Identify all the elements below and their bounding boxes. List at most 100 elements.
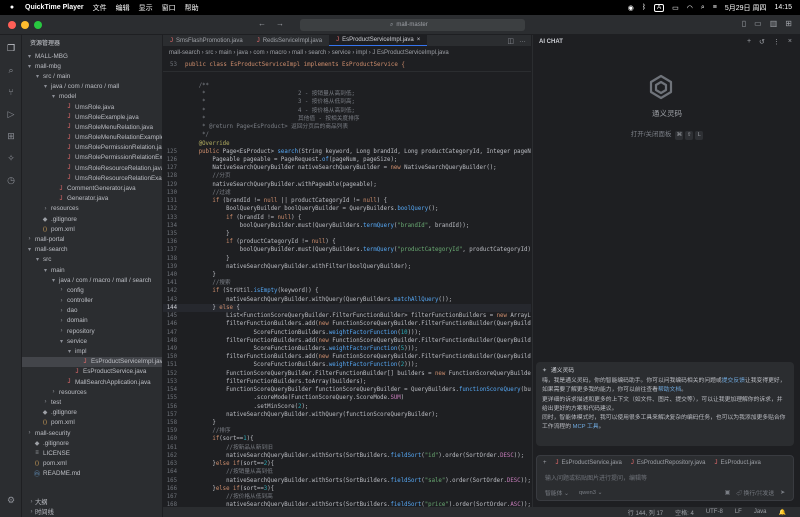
- tree-item[interactable]: ◆ .gitignore: [22, 438, 162, 448]
- language-mode[interactable]: Java: [754, 509, 767, 515]
- code-line[interactable]: 154 FunctionScoreQueryBuilder functionSc…: [163, 386, 531, 394]
- code-line[interactable]: * 4 - 按价格从高到低;: [163, 107, 531, 115]
- tree-item[interactable]: ◆ .gitignore: [22, 408, 162, 418]
- apple-icon[interactable]: ●: [8, 4, 16, 11]
- line-ending[interactable]: LF: [735, 509, 742, 515]
- code-line[interactable]: 153 filterFunctionBuilders.toArray(build…: [163, 378, 531, 386]
- chevron-down-icon[interactable]: ▾: [58, 338, 65, 345]
- tab-es-product-service-impl[interactable]: J EsProductServiceImpl.java ×: [329, 35, 428, 46]
- battery-icon[interactable]: ▭: [672, 4, 679, 12]
- model-selector[interactable]: qwen3 ⌄: [579, 490, 603, 496]
- code-line[interactable]: 151 ScoreFunctionBuilders.weightFactorFu…: [163, 361, 531, 369]
- run-debug-icon[interactable]: ▷: [0, 105, 22, 123]
- menu-item-file[interactable]: 文件: [93, 3, 107, 13]
- layout-grid-icon[interactable]: ⊞: [785, 19, 792, 28]
- cursor-position[interactable]: 行 144, 列 17: [628, 508, 663, 517]
- outline-section[interactable]: › 大纲: [22, 497, 162, 507]
- code-line[interactable]: 127 NativeSearchQueryBuilder nativeSearc…: [163, 164, 531, 172]
- remote-icon[interactable]: ◷: [0, 171, 22, 189]
- tree-item[interactable]: J UmsRoleExample.java: [22, 112, 162, 122]
- more-icon[interactable]: ⋮: [773, 38, 780, 46]
- tree-item[interactable]: ▾ src: [22, 255, 162, 265]
- notifications-icon[interactable]: 🔔: [779, 509, 786, 516]
- layout-split-icon[interactable]: ▥: [770, 19, 778, 28]
- code-line[interactable]: 134 boolQueryBuilder.must(QueryBuilders.…: [163, 222, 531, 230]
- tree-item[interactable]: J UmsRolePermissionRelation.java: [22, 143, 163, 153]
- tree-item[interactable]: ▾ impl: [22, 346, 162, 356]
- chevron-down-icon[interactable]: ▾: [50, 277, 57, 284]
- tab-sms-flash-promotion[interactable]: J SmsFlashPromotion.java: [163, 35, 250, 46]
- code-line[interactable]: * @return Page<EsProduct> 返回分页后的商品列表: [163, 123, 531, 131]
- menu-item-help[interactable]: 帮助: [185, 3, 199, 13]
- command-search-box[interactable]: ⌕ mall-master: [300, 19, 525, 31]
- code-line[interactable]: 162 nativeSearchQueryBuilder.withSorts(S…: [163, 452, 531, 460]
- code-line[interactable]: 145 List<FunctionScoreQueryBuilder.Filte…: [163, 312, 531, 320]
- tree-item[interactable]: ▾ src / main: [22, 71, 162, 81]
- code-line[interactable]: * 其他值 - 按相关度排序: [163, 115, 531, 123]
- close-tab-icon[interactable]: ×: [417, 37, 421, 43]
- search-icon[interactable]: ⌕: [0, 61, 22, 79]
- feedback-link[interactable]: 提交反馈: [722, 378, 745, 384]
- tree-item[interactable]: ⟨⟩ pom.xml: [22, 418, 162, 428]
- chevron-down-icon[interactable]: ▾: [34, 73, 41, 80]
- code-line[interactable]: 137 boolQueryBuilder.must(QueryBuilders.…: [163, 246, 531, 254]
- code-line[interactable]: 166 }else if(sort==3){: [163, 485, 531, 493]
- code-line[interactable]: 136 if (productCategoryId != null) {: [163, 238, 531, 246]
- chat-input-placeholder[interactable]: 输入问题或粘贴图片进行提问，编辑等: [537, 470, 793, 485]
- code-line[interactable]: 152 FunctionScoreQueryBuilder.FilterFunc…: [163, 370, 531, 378]
- code-line[interactable]: 143 nativeSearchQueryBuilder.withQuery(Q…: [163, 296, 531, 304]
- settings-gear-icon[interactable]: ⚙: [0, 491, 22, 509]
- code-line[interactable]: 128 //分页: [163, 172, 531, 180]
- tree-item[interactable]: › config: [22, 285, 162, 295]
- add-context-icon[interactable]: +: [543, 460, 547, 466]
- code-line[interactable]: 161 //按新品从新到旧: [163, 444, 531, 452]
- code-line[interactable]: 155 .scoreMode(FunctionScoreQuery.ScoreM…: [163, 394, 531, 402]
- tree-item[interactable]: › mall-portal: [22, 234, 162, 244]
- menu-item-view[interactable]: 显示: [139, 3, 153, 13]
- context-chip[interactable]: J EsProductService.java: [556, 460, 622, 466]
- chevron-down-icon[interactable]: ▾: [26, 63, 33, 70]
- code-line[interactable]: 144 } else {: [163, 303, 531, 313]
- record-icon[interactable]: ◉: [628, 4, 634, 12]
- menubar-date[interactable]: 5月29日 周四: [725, 3, 767, 13]
- tree-item[interactable]: ▾ main: [22, 265, 162, 275]
- tree-item[interactable]: ⟨⟩ pom.xml: [22, 459, 162, 469]
- timeline-section[interactable]: › 时间线: [22, 507, 162, 517]
- app-name[interactable]: QuickTime Player: [25, 4, 84, 11]
- code-line[interactable]: 126 Pageable pageable = PageRequest.of(p…: [163, 156, 531, 164]
- code-line[interactable]: 160 if(sort==1){: [163, 435, 531, 443]
- minimize-window-button[interactable]: [21, 21, 29, 29]
- attach-image-icon[interactable]: ▣: [725, 490, 730, 496]
- source-control-icon[interactable]: ⑂: [0, 83, 22, 101]
- chevron-right-icon[interactable]: ›: [58, 298, 65, 304]
- tree-item[interactable]: ▾ MALL-MBG: [22, 51, 162, 61]
- chevron-down-icon[interactable]: ▾: [50, 93, 57, 100]
- chevron-right-icon[interactable]: ›: [26, 236, 33, 242]
- more-actions-icon[interactable]: …: [519, 37, 526, 44]
- code-line[interactable]: 146 filterFunctionBuilders.add(new Funct…: [163, 320, 531, 328]
- chevron-down-icon[interactable]: ▾: [42, 267, 49, 274]
- code-line[interactable]: 139 nativeSearchQueryBuilder.withFilter(…: [163, 263, 531, 271]
- menu-item-edit[interactable]: 编辑: [116, 3, 130, 13]
- code-line[interactable]: 130 //过滤: [163, 189, 531, 197]
- tree-item[interactable]: ▾ service: [22, 336, 162, 346]
- send-icon[interactable]: ➤: [780, 490, 785, 496]
- code-line[interactable]: 147 ScoreFunctionBuilders.weightFactorFu…: [163, 329, 531, 337]
- tree-item[interactable]: › repository: [22, 326, 162, 336]
- sticky-scroll-line[interactable]: 53 public class EsProductServiceImpl imp…: [163, 58, 531, 72]
- chevron-right-icon[interactable]: ›: [42, 399, 49, 405]
- tree-item[interactable]: ▾ mall-mbg: [22, 61, 162, 71]
- code-line[interactable]: 129 nativeSearchQueryBuilder.withPageabl…: [163, 181, 531, 189]
- tree-item[interactable]: › dao: [22, 306, 162, 316]
- tree-item[interactable]: › domain: [22, 316, 162, 326]
- forward-icon[interactable]: →: [276, 19, 284, 28]
- explorer-icon[interactable]: ❐: [0, 39, 22, 57]
- tree-item[interactable]: J UmsRoleResourceRelationExample.java: [22, 173, 163, 183]
- code-line[interactable]: 156 .setMinScore(2);: [163, 403, 531, 411]
- control-center-icon[interactable]: ≡: [713, 4, 717, 11]
- code-line[interactable]: 148 filterFunctionBuilders.add(new Funct…: [163, 337, 531, 345]
- context-chip[interactable]: J EsProductRepository.java: [631, 460, 706, 466]
- code-area[interactable]: /** * 2 - 按销量从高到低; * 3 - 按价格从低到高; * 4 - …: [163, 82, 531, 517]
- tree-item[interactable]: ▾ java / com / macro / mall: [22, 82, 162, 92]
- chevron-down-icon[interactable]: ▾: [42, 83, 49, 90]
